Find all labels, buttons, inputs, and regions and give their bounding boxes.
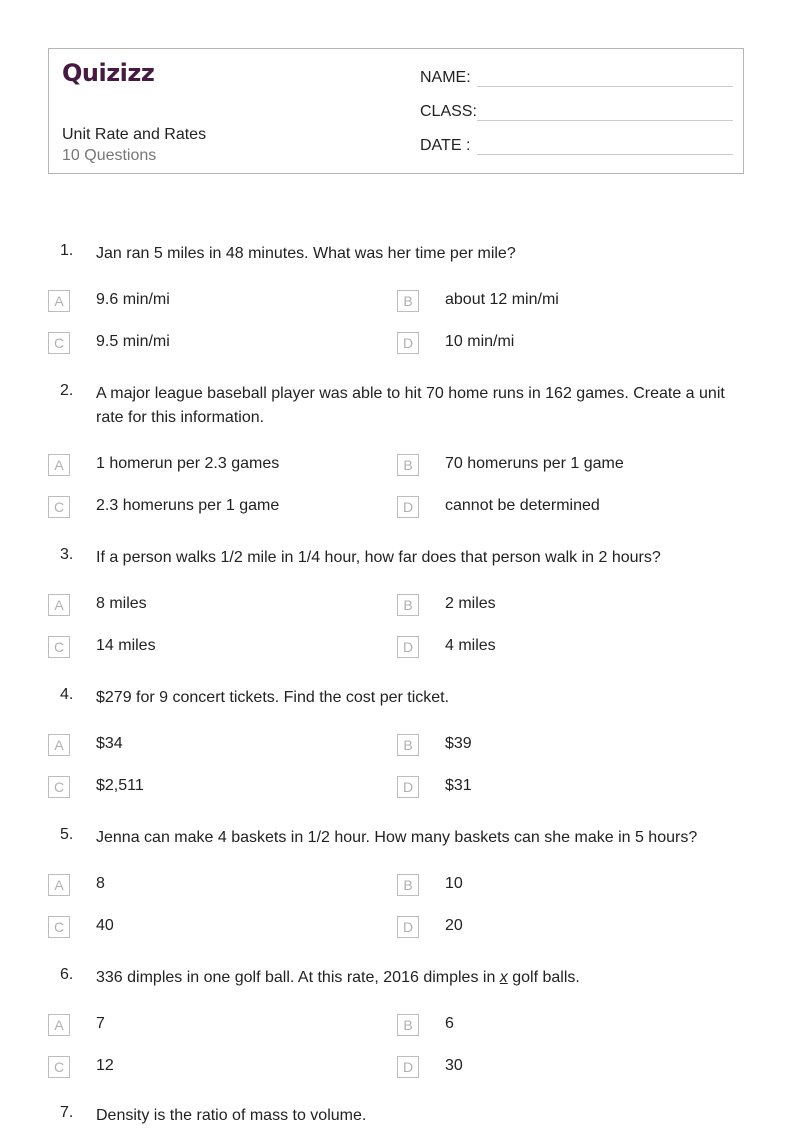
quizizz-logo: Quizizz xyxy=(62,59,155,87)
date-sep: : xyxy=(465,137,471,154)
option-letter-box[interactable]: D xyxy=(397,916,419,938)
option-letter-box[interactable]: C xyxy=(48,496,70,518)
name-line[interactable] xyxy=(477,86,733,87)
option-letter-box[interactable]: C xyxy=(48,636,70,658)
option-text: 2.3 homeruns per 1 game xyxy=(96,497,280,514)
option-letter-box[interactable]: B xyxy=(397,594,419,616)
option-letter-box[interactable]: D xyxy=(397,496,419,518)
question-number: 7. xyxy=(60,1104,74,1121)
option-text: $31 xyxy=(445,777,472,794)
option-letter-box[interactable]: B xyxy=(397,734,419,756)
option-text: 7 xyxy=(96,1015,105,1032)
question-text: Jan ran 5 miles in 48 minutes. What was … xyxy=(96,245,516,262)
option-text: 30 xyxy=(445,1057,463,1074)
option-letter-box[interactable]: A xyxy=(48,594,70,616)
date-field[interactable]: DATE : xyxy=(420,137,733,155)
option-letter-box[interactable]: B xyxy=(397,1014,419,1036)
option-letter-box[interactable]: D xyxy=(397,636,419,658)
question-text: Density is the ratio of mass to volume. xyxy=(96,1107,367,1124)
question-number: 1. xyxy=(60,242,74,259)
option-text: 10 xyxy=(445,875,463,892)
option-letter-box[interactable]: D xyxy=(397,776,419,798)
question-number: 5. xyxy=(60,826,74,843)
class-label: CLASS xyxy=(420,103,473,120)
name-field[interactable]: NAME: xyxy=(420,69,733,87)
option-text: 1 homerun per 2.3 games xyxy=(96,455,280,472)
option-text: $2,511 xyxy=(96,777,144,794)
question-text: 336 dimples in one golf ball. At this ra… xyxy=(96,966,746,990)
question-text-part: golf balls. xyxy=(507,969,580,986)
option-letter-box[interactable]: A xyxy=(48,290,70,312)
option-letter-box[interactable]: A xyxy=(48,734,70,756)
option-text: 9.6 min/mi xyxy=(96,291,170,308)
date-label: DATE xyxy=(420,137,462,154)
option-text: 8 miles xyxy=(96,595,147,612)
question-text: If a person walks 1/2 mile in 1/4 hour, … xyxy=(96,549,661,566)
option-text: 10 min/mi xyxy=(445,333,515,350)
question-number: 4. xyxy=(60,686,74,703)
option-letter-box[interactable]: B xyxy=(397,290,419,312)
question-number: 6. xyxy=(60,966,74,983)
option-text: 12 xyxy=(96,1057,114,1074)
option-text: 8 xyxy=(96,875,105,892)
option-text: about 12 min/mi xyxy=(445,291,559,308)
option-text: $34 xyxy=(96,735,123,752)
class-line[interactable] xyxy=(477,120,733,121)
option-text: 2 miles xyxy=(445,595,496,612)
option-text: 70 homeruns per 1 game xyxy=(445,455,624,472)
variable-x: x xyxy=(499,969,508,986)
worksheet-header: Quizizz Unit Rate and Rates 10 Questions… xyxy=(48,48,744,174)
option-letter-box[interactable]: C xyxy=(48,332,70,354)
option-text: 9.5 min/mi xyxy=(96,333,170,350)
class-sep: : xyxy=(472,103,477,120)
question-number: 2. xyxy=(60,382,74,399)
option-letter-box[interactable]: A xyxy=(48,1014,70,1036)
class-field[interactable]: CLASS: xyxy=(420,103,733,121)
option-letter-box[interactable]: B xyxy=(397,874,419,896)
option-letter-box[interactable]: A xyxy=(48,454,70,476)
option-text: 14 miles xyxy=(96,637,156,654)
option-letter-box[interactable]: D xyxy=(397,332,419,354)
option-letter-box[interactable]: C xyxy=(48,916,70,938)
question-number: 3. xyxy=(60,546,74,563)
name-sep: : xyxy=(466,69,471,86)
option-text: 4 miles xyxy=(445,637,496,654)
option-letter-box[interactable]: C xyxy=(48,1056,70,1078)
option-letter-box[interactable]: B xyxy=(397,454,419,476)
question-text: Jenna can make 4 baskets in 1/2 hour. Ho… xyxy=(96,829,698,846)
date-line[interactable] xyxy=(477,154,733,155)
option-text: 20 xyxy=(445,917,463,934)
option-text: $39 xyxy=(445,735,472,752)
option-text: cannot be determined xyxy=(445,497,600,514)
question-text: A major league baseball player was able … xyxy=(96,385,725,426)
question-text-part: 336 dimples in one golf ball. At this ra… xyxy=(96,969,500,986)
option-text: 6 xyxy=(445,1015,454,1032)
question-text: $279 for 9 concert tickets. Find the cos… xyxy=(96,689,450,706)
worksheet-title: Unit Rate and Rates xyxy=(62,126,207,143)
option-text: 40 xyxy=(96,917,114,934)
name-label: NAME xyxy=(420,69,467,86)
question-count: 10 Questions xyxy=(62,147,157,164)
option-letter-box[interactable]: A xyxy=(48,874,70,896)
option-letter-box[interactable]: C xyxy=(48,776,70,798)
option-letter-box[interactable]: D xyxy=(397,1056,419,1078)
